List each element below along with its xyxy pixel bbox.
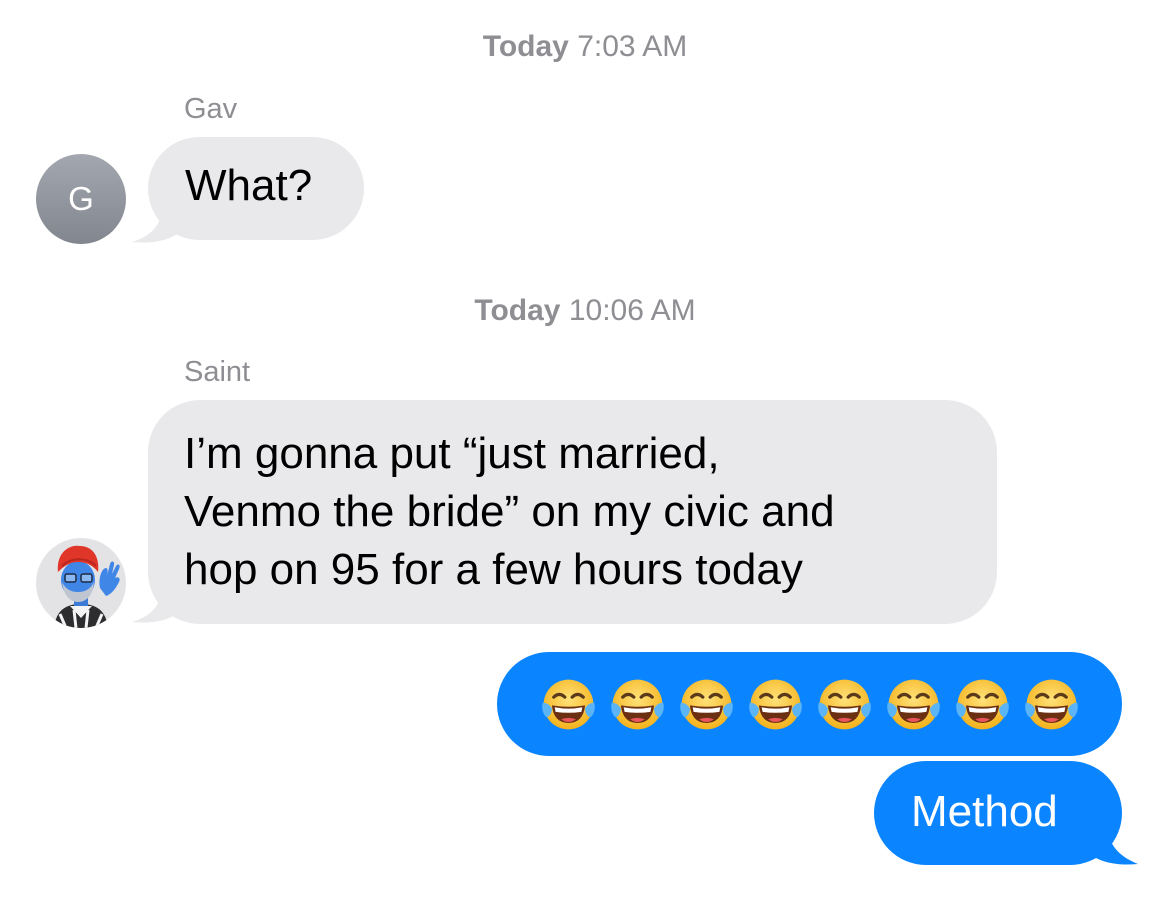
avatar-initial: G (68, 180, 94, 217)
avatar-gav[interactable]: G (36, 154, 126, 244)
face-with-tears-of-joy-icon (679, 679, 733, 729)
face-with-tears-of-joy-icon (955, 679, 1009, 729)
face-with-tears-of-joy-icon (817, 679, 871, 729)
face-with-tears-of-joy-icon (748, 679, 802, 729)
timestamp-1: Today 7:03 AM (0, 30, 1170, 64)
face-with-tears-of-joy-icon (610, 679, 664, 729)
timestamp-1-day: Today (482, 30, 569, 63)
message-line: hop on 95 for a few hours today (184, 545, 803, 594)
sender-name-gav: Gav (184, 93, 238, 125)
message-bubble-saint[interactable]: I’m gonna put “just married, Venmo the b… (148, 400, 997, 624)
timestamp-2-day: Today (474, 294, 561, 327)
sender-name-saint: Saint (184, 356, 251, 388)
message-line: Venmo the bride” on my civic and (184, 487, 835, 536)
avatar-saint[interactable] (36, 538, 126, 628)
message-text: Method (911, 787, 1058, 836)
message-text: What? (185, 161, 313, 210)
face-with-tears-of-joy-icon (886, 679, 940, 729)
message-line: I’m gonna put “just married, (184, 429, 720, 478)
message-bubble-method[interactable]: Method (874, 761, 1122, 865)
timestamp-1-time: 7:03 AM (577, 30, 688, 63)
message-bubble-emoji[interactable] (497, 652, 1122, 756)
timestamp-2-time: 10:06 AM (568, 294, 696, 327)
message-bubble-gav[interactable]: What? (148, 137, 364, 240)
timestamp-2: Today 10:06 AM (0, 294, 1170, 328)
emoji-row (497, 652, 1122, 756)
face-with-tears-of-joy-icon (1024, 679, 1078, 729)
memoji-waving-icon (54, 545, 120, 628)
face-with-tears-of-joy-icon (541, 679, 595, 729)
